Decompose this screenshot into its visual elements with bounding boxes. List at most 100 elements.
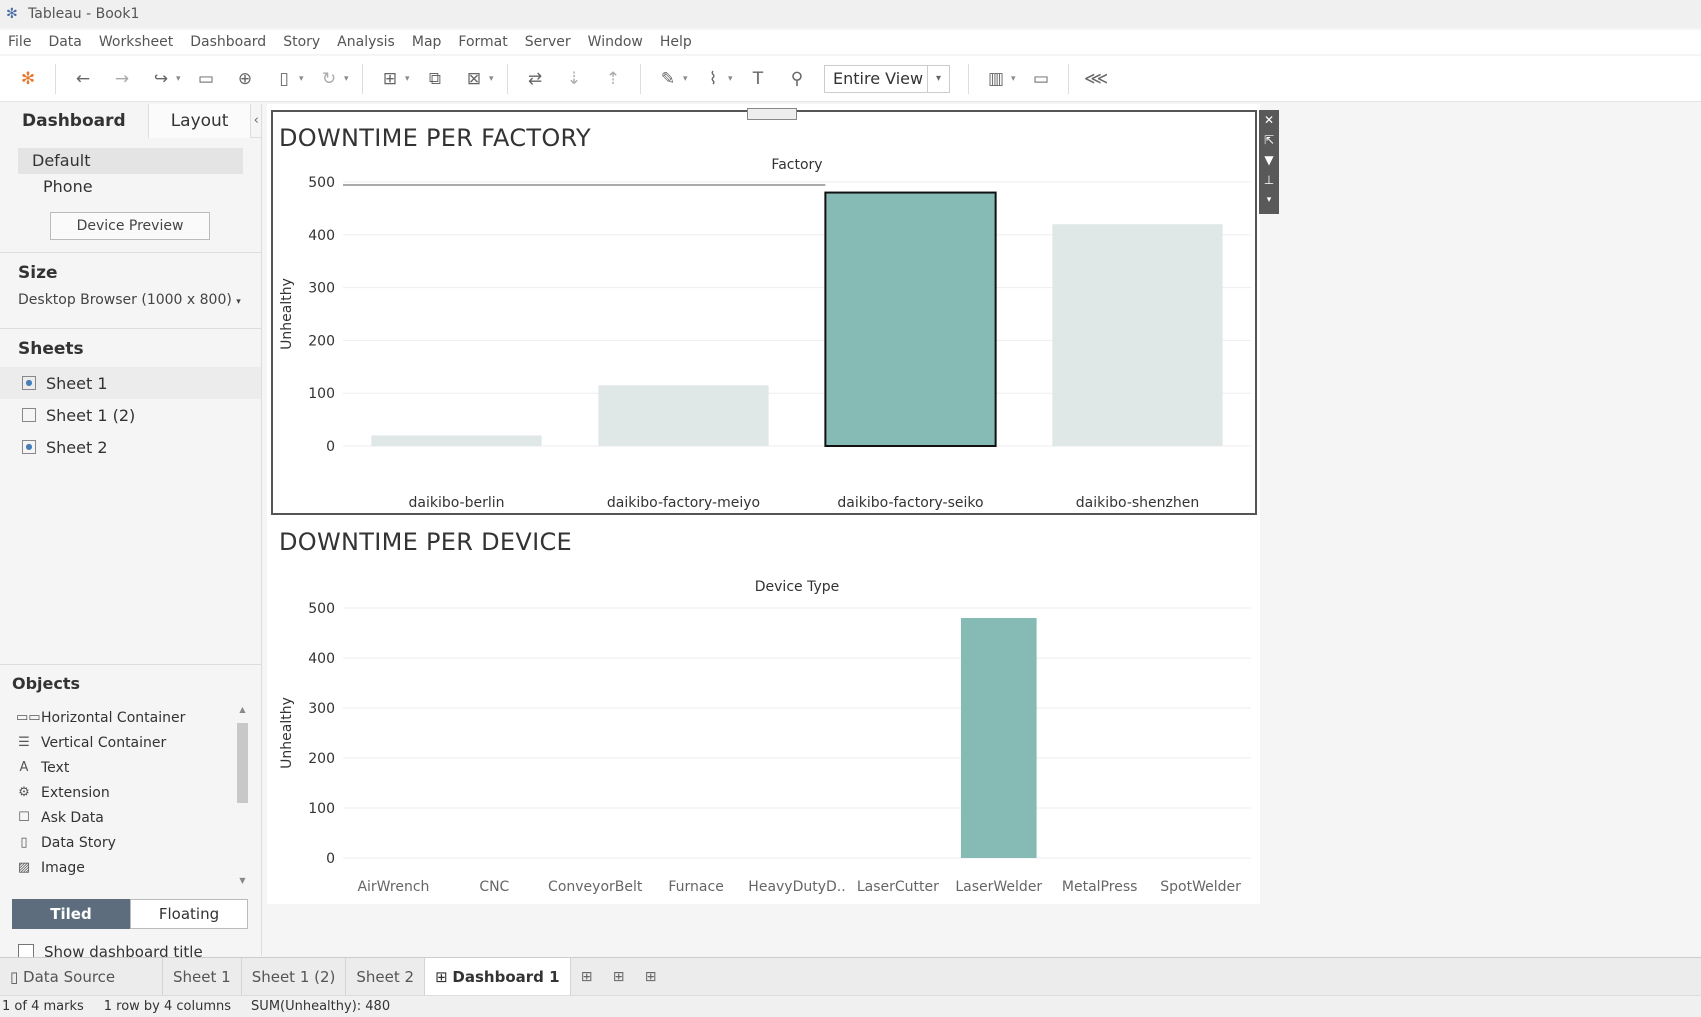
pause-dropdown-icon[interactable]: ▾	[299, 74, 307, 84]
tab-layout[interactable]: Layout	[148, 104, 252, 138]
menu-dashboard[interactable]: Dashboard	[190, 34, 266, 50]
new-story-tab-icon[interactable]: ⊞	[635, 969, 667, 985]
bar-daikibo-berlin	[371, 435, 542, 446]
tableau-home-icon[interactable]: ✻	[16, 67, 40, 91]
object-image[interactable]: ▨ Image	[12, 855, 250, 880]
menu-worksheet[interactable]: Worksheet	[99, 34, 173, 50]
menu-data[interactable]: Data	[48, 34, 81, 50]
refresh-icon[interactable]: ↻	[317, 67, 341, 91]
clear-dropdown-icon[interactable]: ▾	[489, 74, 497, 84]
fit-select-value: Entire View	[833, 69, 924, 88]
highlight-dropdown-icon[interactable]: ▾	[683, 74, 691, 84]
swap-rows-columns-icon[interactable]: ⇄	[523, 67, 547, 91]
device-preview-button[interactable]: Device Preview	[50, 212, 210, 240]
sort-descending-icon[interactable]: ⇡	[601, 67, 625, 91]
menu-window[interactable]: Window	[588, 34, 643, 50]
object-label: Extension	[41, 784, 110, 801]
save-icon[interactable]: ▭	[194, 67, 218, 91]
object-data-story[interactable]: ▯ Data Story	[12, 830, 250, 855]
device-bar-chart: Device Type 0 100 200 300 400 500 Unhealthy AirW…	[279, 579, 1251, 895]
size-section: Size Desktop Browser (1000 x 800) ▾	[0, 252, 261, 328]
menu-story[interactable]: Story	[283, 34, 320, 50]
collapse-sidebar-icon[interactable]: ‹	[251, 104, 261, 137]
redo-icon[interactable]: →	[110, 67, 134, 91]
object-text[interactable]: A Text	[12, 755, 250, 780]
floating-button[interactable]: Floating	[130, 899, 248, 929]
show-cards-icon[interactable]: ▥	[984, 67, 1008, 91]
object-horizontal-container[interactable]: ▭▭ Horizontal Container	[12, 705, 250, 730]
clear-sheet-icon[interactable]: ⊠	[462, 67, 486, 91]
highlight-icon[interactable]: ✎	[656, 67, 680, 91]
pause-updates-icon[interactable]: ▯	[272, 67, 296, 91]
close-icon[interactable]: ✕	[1264, 110, 1274, 130]
x-axis-title: Device Type	[755, 579, 840, 595]
menu-file[interactable]: File	[8, 34, 31, 50]
show-cards-dropdown-icon[interactable]: ▾	[1011, 74, 1019, 84]
sheet-item-sheet1-2[interactable]: Sheet 1 (2)	[0, 399, 261, 431]
undo-icon[interactable]: ←	[71, 67, 95, 91]
y-tick-label: 100	[308, 386, 335, 402]
new-worksheet-tab-icon[interactable]: ⊞	[571, 969, 603, 985]
tab-sheet1-2[interactable]: Sheet 1 (2)	[242, 957, 347, 996]
category-label: daikibo-factory-meiyo	[607, 495, 760, 511]
bar-laserwelder	[960, 618, 1037, 858]
menu-server[interactable]: Server	[525, 34, 571, 50]
group-dropdown-icon[interactable]: ▾	[728, 74, 736, 84]
menu-analysis[interactable]: Analysis	[337, 34, 395, 50]
size-select[interactable]: Desktop Browser (1000 x 800) ▾	[18, 292, 243, 308]
y-tick-label: 0	[326, 851, 335, 867]
toolbar-separator	[362, 63, 363, 94]
tab-data-source[interactable]: ▯ Data Source	[0, 957, 163, 996]
object-label: Text	[41, 759, 70, 776]
move-handle[interactable]	[747, 108, 797, 120]
new-worksheet-dropdown-icon[interactable]: ▾	[405, 74, 413, 84]
menu-map[interactable]: Map	[412, 34, 442, 50]
refresh-dropdown-icon[interactable]: ▾	[344, 74, 352, 84]
sheet-item-label: Sheet 1	[46, 373, 108, 393]
chevron-down-icon[interactable]: ▾	[927, 65, 949, 92]
menu-format[interactable]: Format	[458, 34, 507, 50]
category-label: LaserWelder	[955, 879, 1042, 895]
sheet-item-sheet1[interactable]: ● Sheet 1	[0, 367, 261, 399]
replay-dropdown-icon[interactable]: ▾	[176, 74, 184, 84]
ask-data-icon: ☐	[18, 810, 30, 825]
object-vertical-container[interactable]: ☰ Vertical Container	[12, 730, 250, 755]
tab-dashboard1[interactable]: ⊞ Dashboard 1	[425, 957, 571, 996]
fix-axes-icon[interactable]: ⚲	[785, 67, 809, 91]
tab-dashboard[interactable]: Dashboard	[0, 104, 149, 138]
new-dashboard-tab-icon[interactable]: ⊞	[603, 969, 635, 985]
fit-select[interactable]: Entire View ▾	[824, 64, 950, 93]
worksheet-icon: ●	[22, 376, 36, 390]
objects-scrollbar[interactable]: ▲ ▼	[236, 705, 250, 885]
filter-icon[interactable]: ▼	[1264, 150, 1273, 170]
object-label: Data Story	[41, 834, 116, 851]
scroll-down-icon[interactable]: ▼	[237, 876, 248, 885]
new-data-source-icon[interactable]: ⊕	[233, 67, 257, 91]
vertical-container-icon: ☰	[18, 735, 30, 750]
group-members-icon[interactable]: ⌇	[701, 67, 725, 91]
device-default[interactable]: Default	[18, 148, 243, 174]
sort-ascending-icon[interactable]: ⇣	[562, 67, 586, 91]
object-ask-data[interactable]: ☐ Ask Data	[12, 805, 250, 830]
sheets-heading: Sheets	[18, 339, 84, 359]
scroll-thumb[interactable]	[237, 723, 248, 803]
pin-icon[interactable]: ⊥	[1264, 170, 1274, 190]
share-icon[interactable]: ⋘	[1084, 67, 1108, 91]
presentation-mode-icon[interactable]: ▭	[1029, 67, 1053, 91]
duplicate-sheet-icon[interactable]: ⧉	[423, 67, 447, 91]
tab-sheet1[interactable]: Sheet 1	[163, 957, 242, 996]
scroll-up-icon[interactable]: ▲	[237, 705, 248, 714]
show-mark-labels-icon[interactable]: T	[746, 67, 770, 91]
tab-sheet2[interactable]: Sheet 2	[346, 957, 426, 996]
object-extension[interactable]: ⚙ Extension	[12, 780, 250, 805]
device-phone[interactable]: Phone	[18, 174, 243, 200]
database-icon: ▯	[10, 967, 24, 986]
sheet-item-sheet2[interactable]: ● Sheet 2	[0, 431, 261, 463]
toolbar-separator	[1068, 63, 1069, 94]
go-to-sheet-icon[interactable]: ⇱	[1264, 130, 1274, 150]
more-options-icon[interactable]: ▾	[1267, 190, 1272, 210]
menu-help[interactable]: Help	[660, 34, 692, 50]
new-worksheet-icon[interactable]: ⊞	[378, 67, 402, 91]
replay-icon[interactable]: ↪	[149, 67, 173, 91]
tiled-button[interactable]: Tiled	[12, 899, 130, 929]
